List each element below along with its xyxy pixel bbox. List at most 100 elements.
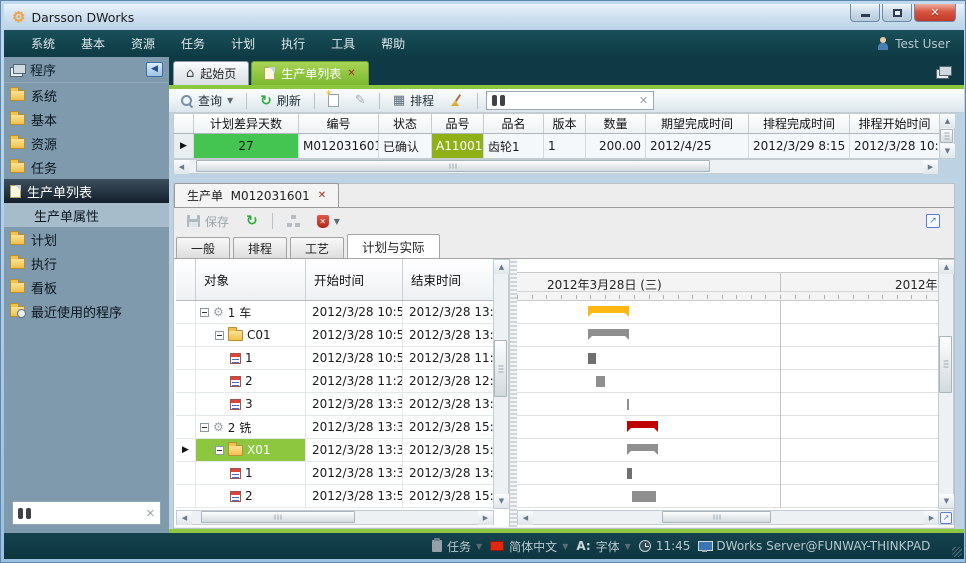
save-button[interactable]: 保存 [182, 211, 234, 232]
sidebar-item-8[interactable]: 看板 [4, 275, 169, 299]
tree-row-0[interactable]: ⚙1 车2012/3/28 10:522012/3/28 13:40 [176, 301, 509, 324]
grid-search-input[interactable] [510, 94, 634, 108]
tree-expander-icon[interactable] [215, 331, 224, 340]
scroll-left-icon[interactable]: ◀ [177, 511, 192, 525]
grid-column-header-9[interactable]: 排程开始时间 [850, 114, 940, 133]
menu-item-5[interactable]: 执行 [268, 31, 318, 56]
scroll-right-icon[interactable]: ▶ [924, 511, 939, 525]
refresh-button[interactable]: ↻ 刷新 [255, 90, 306, 111]
tree-row-5[interactable]: ⚙2 铣2012/3/28 13:302012/3/28 15:40 [176, 416, 509, 439]
grid-column-header-8[interactable]: 排程完成时间 [749, 114, 850, 133]
menu-item-1[interactable]: 基本 [68, 31, 118, 56]
gantt-bar-4[interactable] [627, 399, 629, 410]
scroll-thumb[interactable] [201, 511, 355, 523]
tree-row-4[interactable]: 32012/3/28 13:302012/3/28 13:40 [176, 393, 509, 416]
scroll-up-icon[interactable]: ▲ [494, 260, 509, 274]
scroll-down-icon[interactable]: ▼ [494, 494, 509, 508]
close-button[interactable]: ✕ [914, 4, 956, 22]
tree-row-3[interactable]: 22012/3/28 11:222012/3/28 12:00 [176, 370, 509, 393]
grid-column-header-0[interactable]: 计划差异天数 [194, 114, 299, 133]
tree-expander-icon[interactable] [200, 308, 209, 317]
order-doc-tab[interactable]: 生产单 M012031601 ✕ [174, 183, 339, 207]
menu-item-6[interactable]: 工具 [318, 31, 368, 56]
grid-row[interactable]: ▶27M012031601已确认A11001齿轮11200.002012/4/2… [173, 134, 955, 159]
gantt-bar-3[interactable] [596, 376, 605, 387]
tree-object-cell[interactable]: ⚙1 车 [196, 301, 306, 323]
grid-column-header-6[interactable]: 数量 [586, 114, 646, 133]
tree-object-cell[interactable]: 2 [196, 485, 306, 507]
doc-tab-close-icon[interactable]: ✕ [318, 190, 326, 201]
gantt-hscrollbar[interactable]: ◀ ▶ [517, 510, 940, 525]
validate-button[interactable]: ▼ [312, 213, 345, 230]
grid-search-clear-icon[interactable]: ✕ [639, 94, 648, 107]
scroll-right-icon[interactable]: ▶ [923, 160, 938, 174]
tree-row-8[interactable]: 22012/3/28 13:502012/3/28 15:30 [176, 485, 509, 508]
tree-column-header-0[interactable]: 对象 [196, 259, 306, 300]
tree-column-header-2[interactable]: 结束时间 [403, 259, 498, 300]
sidebar-item-9[interactable]: 最近使用的程序 [4, 299, 169, 323]
query-button[interactable]: 查询 ▼ [175, 90, 238, 111]
menu-item-3[interactable]: 任务 [168, 31, 218, 56]
tree-expander-icon[interactable] [200, 423, 209, 432]
menu-item-7[interactable]: 帮助 [368, 31, 418, 56]
tree-object-cell[interactable]: 1 [196, 462, 306, 484]
resize-grip[interactable] [952, 547, 962, 557]
menu-item-4[interactable]: 计划 [218, 31, 268, 56]
grid-column-header-1[interactable]: 编号 [299, 114, 379, 133]
sidebar-item-2[interactable]: 资源 [4, 131, 169, 155]
gantt-bar-6[interactable] [627, 444, 659, 451]
tree-object-cell[interactable]: ⚙2 铣 [196, 416, 306, 438]
tree-row-6[interactable]: ▶X012012/3/28 13:302012/3/28 15:40 [176, 439, 509, 462]
tab-1[interactable]: 生产单列表✕ [251, 61, 368, 85]
scroll-right-icon[interactable]: ▶ [478, 511, 493, 525]
status-item-2[interactable]: A:字体▼ [576, 538, 630, 555]
grid-column-header-7[interactable]: 期望完成时间 [646, 114, 749, 133]
popout-icon[interactable]: ↗ [926, 214, 940, 228]
menu-item-2[interactable]: 资源 [118, 31, 168, 56]
subtab-1[interactable]: 排程 [233, 237, 287, 258]
tree-object-cell[interactable]: 2 [196, 370, 306, 392]
subtab-2[interactable]: 工艺 [290, 237, 344, 258]
tree-object-cell[interactable]: 1 [196, 347, 306, 369]
sidebar-item-5[interactable]: 生产单属性 [4, 203, 169, 227]
scroll-left-icon[interactable]: ◀ [518, 511, 533, 525]
tab-close-icon[interactable]: ✕ [347, 68, 355, 79]
window-list-icon[interactable] [936, 66, 950, 77]
edit-button[interactable]: ✎ [350, 92, 371, 109]
schedule-button[interactable]: ▦ 排程 [388, 90, 439, 111]
grid-hscrollbar[interactable]: ◀ ▶ [173, 159, 939, 174]
tree-object-cell[interactable]: 3 [196, 393, 306, 415]
sidebar-item-6[interactable]: 计划 [4, 227, 169, 251]
tree-column-header-1[interactable]: 开始时间 [306, 259, 403, 300]
tree-expander-icon[interactable] [215, 446, 224, 455]
status-item-0[interactable]: 任务▼ [432, 538, 482, 555]
status-item-3[interactable]: 11:45 [639, 539, 691, 553]
gantt-bar-2[interactable] [588, 353, 595, 364]
tree-row-1[interactable]: C012012/3/28 10:522012/3/28 13:40 [176, 324, 509, 347]
sidebar-search-clear-icon[interactable]: ✕ [146, 507, 155, 520]
tree-object-cell[interactable]: X01 [196, 439, 306, 461]
tree-row-7[interactable]: 12012/3/28 13:302012/3/28 13:50 [176, 462, 509, 485]
scroll-thumb[interactable] [940, 129, 953, 143]
minimize-button[interactable] [850, 4, 880, 22]
sidebar-collapse-button[interactable]: ◀ [146, 62, 163, 77]
gantt-bar-1[interactable] [588, 329, 629, 336]
menu-item-0[interactable]: 系统 [18, 31, 68, 56]
status-item-1[interactable]: 简体中文▼ [490, 538, 568, 555]
scroll-left-icon[interactable]: ◀ [174, 160, 189, 174]
subtab-0[interactable]: 一般 [176, 237, 230, 258]
sidebar-item-3[interactable]: 任务 [4, 155, 169, 179]
scroll-down-icon[interactable]: ▼ [939, 494, 954, 508]
sidebar-item-0[interactable]: 系统 [4, 83, 169, 107]
grid-column-header-3[interactable]: 品号 [432, 114, 484, 133]
tab-0[interactable]: ⌂起始页 [173, 61, 249, 85]
scroll-up-icon[interactable]: ▲ [940, 114, 955, 128]
structure-button[interactable] [282, 213, 305, 229]
tree-hscrollbar[interactable]: ◀ ▶ [176, 510, 494, 525]
gantt-bar-7[interactable] [627, 468, 632, 479]
sidebar-search-input[interactable] [36, 506, 141, 520]
tree-row-2[interactable]: 12012/3/28 10:522012/3/28 11:22 [176, 347, 509, 370]
tree-object-cell[interactable]: C01 [196, 324, 306, 346]
status-item-4[interactable]: DWorks Server@FUNWAY-THINKPAD [698, 539, 930, 553]
subtab-3[interactable]: 计划与实际 [347, 234, 440, 258]
